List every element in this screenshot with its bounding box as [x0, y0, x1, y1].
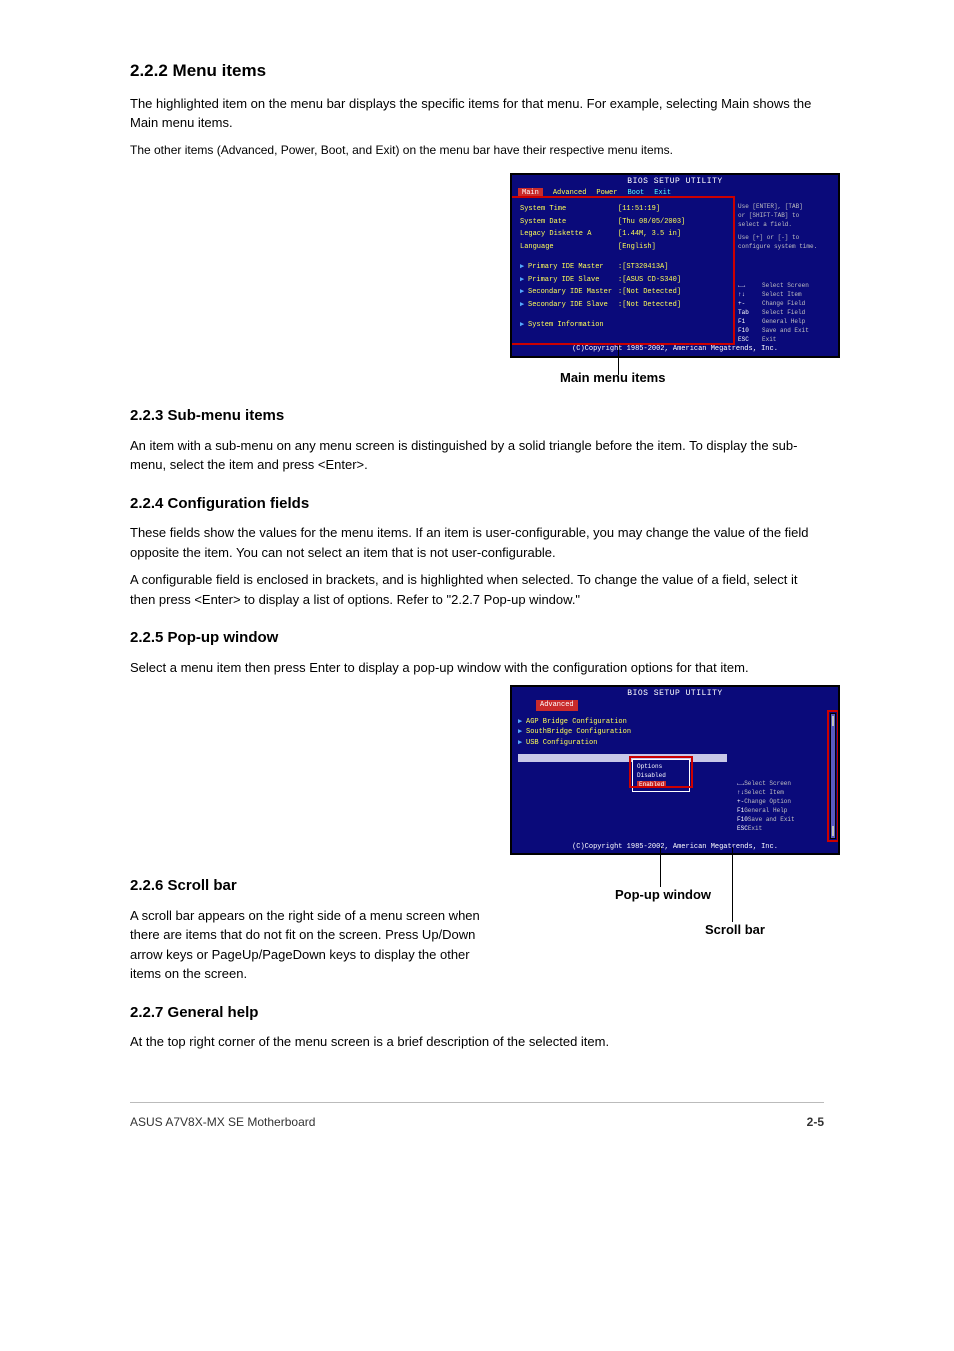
highlight-scrollbar: [827, 710, 839, 842]
help-line: select a field.: [738, 220, 834, 229]
bios-title: BIOS SETUP UTILITY: [512, 687, 838, 700]
callout-popup: Pop-up window: [615, 885, 711, 905]
help-line: configure system time.: [738, 242, 834, 251]
heading-2-2-6: 2.2.6 Scroll bar: [130, 875, 500, 898]
key-row: ←→Select Screen: [737, 779, 834, 788]
para: The highlighted item on the menu bar dis…: [130, 94, 824, 133]
para: The other items (Advanced, Power, Boot, …: [130, 141, 824, 159]
menu-advanced[interactable]: Advanced: [536, 700, 578, 711]
key-row: F10Save and Exit: [738, 326, 834, 335]
key-row: ↑↓Select Item: [738, 290, 834, 299]
key-row: +-Change Field: [738, 299, 834, 308]
key-row: ↑↓Select Item: [737, 788, 834, 797]
para: Select a menu item then press Enter to d…: [130, 658, 824, 678]
callout-line: [618, 345, 619, 375]
para: These fields show the values for the men…: [130, 523, 824, 562]
bios-window: BIOS SETUP UTILITY Main Advanced Power B…: [510, 173, 840, 358]
section-scroll-bar: 2.2.6 Scroll bar A scroll bar appears on…: [130, 875, 500, 984]
highlight-bar: [518, 754, 727, 762]
bios-title: BIOS SETUP UTILITY: [512, 175, 838, 188]
footer-page-number: 2-5: [807, 1113, 824, 1131]
help-line: or [SHIFT-TAB] to: [738, 211, 834, 220]
callout-label: Main menu items: [560, 368, 840, 388]
para: At the top right corner of the menu scre…: [130, 1032, 824, 1052]
heading-2-2-5: 2.2.5 Pop-up window: [130, 627, 824, 650]
key-row: ESCExit: [738, 335, 834, 344]
bios-menu-bar: Advanced: [512, 700, 838, 711]
list-item: ▶AGP Bridge Configuration: [518, 717, 727, 728]
section-menu-items: 2.2.2 Menu items The highlighted item on…: [130, 58, 824, 159]
heading-2-2-4: 2.2.4 Configuration fields: [130, 493, 824, 516]
bios-window: BIOS SETUP UTILITY Advanced ▶AGP Bridge …: [510, 685, 840, 855]
callout-line: [732, 847, 733, 922]
key-row: F1General Help: [737, 806, 834, 815]
triangle-icon: ▶: [518, 738, 526, 749]
bios-help-panel: ←→Select Screen ↑↓Select Item +-Change O…: [733, 711, 838, 841]
key-row: ESCExit: [737, 824, 834, 833]
list-item: ▶USB Configuration: [518, 738, 727, 749]
bios-figure-1: BIOS SETUP UTILITY Main Advanced Power B…: [510, 173, 840, 358]
footer-divider: [130, 1102, 824, 1103]
heading-2-2-3: 2.2.3 Sub-menu items: [130, 405, 824, 428]
highlight-menu-items: [510, 196, 735, 345]
section-config-fields: 2.2.4 Configuration fields These fields …: [130, 493, 824, 610]
key-row: TabSelect Field: [738, 308, 834, 317]
bios-figure-2: BIOS SETUP UTILITY Advanced ▶AGP Bridge …: [510, 685, 840, 855]
key-row: F1General Help: [738, 317, 834, 326]
key-row: ←→Select Screen: [738, 281, 834, 290]
callout-scroll: Scroll bar: [705, 920, 765, 940]
key-row: +-Change Option: [737, 797, 834, 806]
section-popup: 2.2.5 Pop-up window Select a menu item t…: [130, 627, 824, 677]
para: A scroll bar appears on the right side o…: [130, 906, 500, 984]
heading-2-2-2: 2.2.2 Menu items: [130, 58, 824, 84]
triangle-icon: ▶: [518, 717, 526, 728]
para: A configurable field is enclosed in brac…: [130, 570, 824, 609]
help-line: Use [+] or [-] to: [738, 233, 834, 242]
bios-advanced-panel: ▶AGP Bridge Configuration ▶SouthBridge C…: [512, 711, 733, 841]
list-item: ▶SouthBridge Configuration: [518, 727, 727, 738]
help-line: Use [ENTER], [TAB]: [738, 202, 834, 211]
key-row: F10Save and Exit: [737, 815, 834, 824]
highlight-popup: [629, 756, 693, 788]
heading-2-2-7: 2.2.7 General help: [130, 1002, 824, 1025]
bios-copyright: (C)Copyright 1985-2002, American Megatre…: [512, 841, 838, 854]
section-sub-menu: 2.2.3 Sub-menu items An item with a sub-…: [130, 405, 824, 475]
para: An item with a sub-menu on any menu scre…: [130, 436, 824, 475]
footer-product: ASUS A7V8X-MX SE Motherboard: [130, 1113, 315, 1131]
bios-help-panel: Use [ENTER], [TAB] or [SHIFT-TAB] to sel…: [733, 198, 838, 343]
callout-area: Main menu items: [510, 368, 840, 388]
triangle-icon: ▶: [518, 727, 526, 738]
page-footer: ASUS A7V8X-MX SE Motherboard 2-5: [0, 1113, 954, 1131]
section-general-help: 2.2.7 General help At the top right corn…: [130, 1002, 824, 1052]
bios-main-panel: System Time[11:51:19] System Date[Thu 08…: [512, 198, 733, 343]
callout-line: [660, 847, 661, 887]
